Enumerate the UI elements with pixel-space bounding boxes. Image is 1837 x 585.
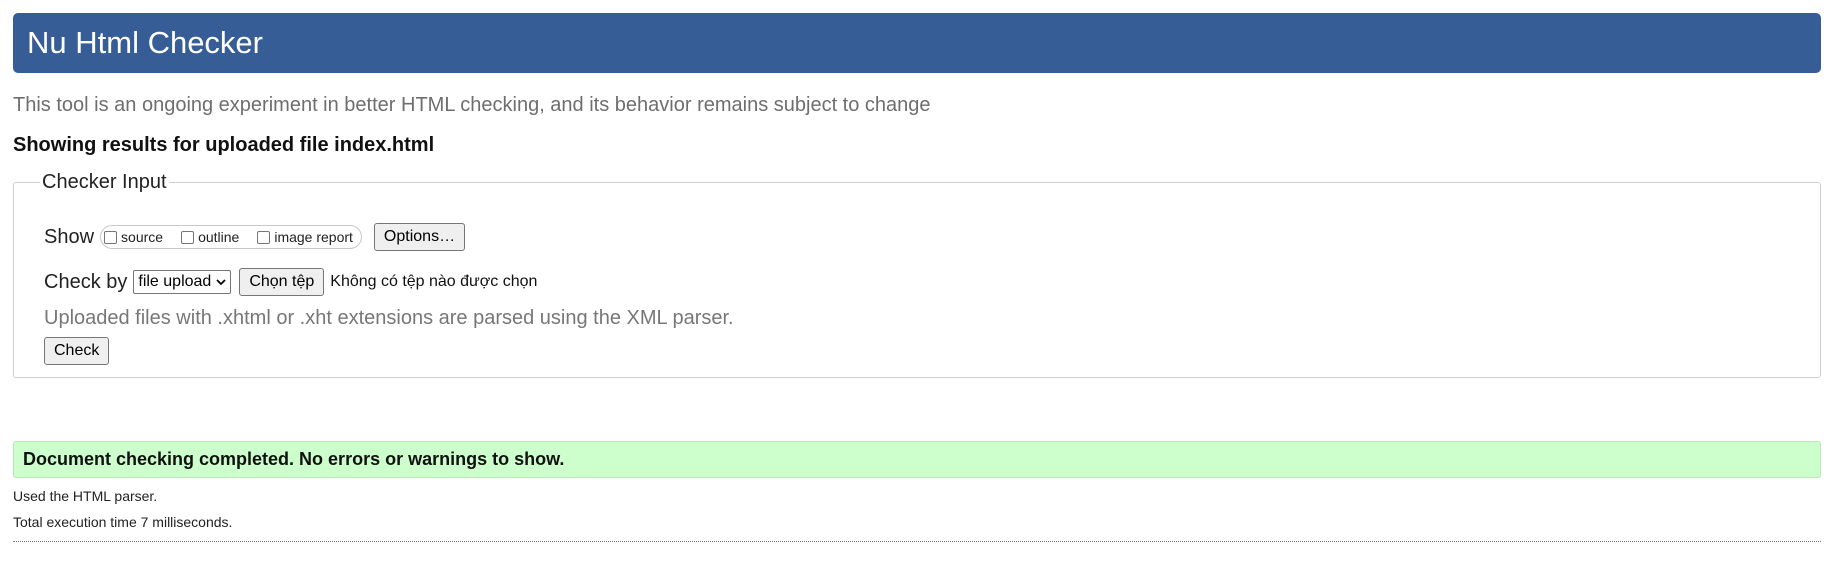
parser-info: Used the HTML parser. — [13, 488, 158, 504]
footer-divider — [13, 541, 1821, 542]
checker-input-legend: Checker Input — [42, 171, 167, 193]
check-row: Check — [44, 337, 110, 365]
source-checkbox-label: source — [121, 229, 164, 245]
page-title: Nu Html Checker — [27, 25, 263, 60]
check-by-row: Check by file upload Chọn tệp Không có t… — [44, 267, 537, 297]
checker-input-fieldset: Checker Input Show source outline image … — [13, 171, 1821, 378]
outline-checkbox-label: outline — [198, 229, 240, 245]
check-button[interactable]: Check — [44, 337, 110, 365]
intro-text: This tool is an ongoing experiment in be… — [13, 94, 931, 116]
options-button[interactable]: Options… — [373, 223, 466, 251]
showing-results-heading: Showing results for uploaded file index.… — [13, 134, 435, 156]
show-label: Show — [44, 225, 95, 248]
check-by-label: Check by — [44, 270, 128, 293]
image-report-checkbox[interactable] — [257, 230, 271, 244]
chevron-down-icon — [216, 279, 226, 286]
check-by-select[interactable]: file upload — [133, 270, 232, 294]
no-file-chosen-text: Không có tệp nào được chọn — [330, 273, 538, 290]
show-options-group: source outline image report — [100, 225, 362, 249]
execution-time-info: Total execution time 7 milliseconds. — [13, 514, 233, 530]
show-outline-option[interactable]: outline — [181, 229, 239, 245]
xml-parser-note: Uploaded files with .xhtml or .xht exten… — [44, 307, 734, 329]
check-by-select-value: file upload — [138, 273, 212, 290]
show-row: Show source outline image report Options… — [44, 222, 466, 252]
outline-checkbox[interactable] — [181, 230, 195, 244]
image-report-checkbox-label: image report — [274, 229, 353, 245]
header-banner: Nu Html Checker — [13, 13, 1821, 73]
success-message: Document checking completed. No errors o… — [13, 441, 1821, 478]
show-image-report-option[interactable]: image report — [257, 229, 353, 245]
choose-file-button[interactable]: Chọn tệp — [239, 268, 325, 296]
show-source-option[interactable]: source — [104, 229, 163, 245]
source-checkbox[interactable] — [104, 230, 118, 244]
